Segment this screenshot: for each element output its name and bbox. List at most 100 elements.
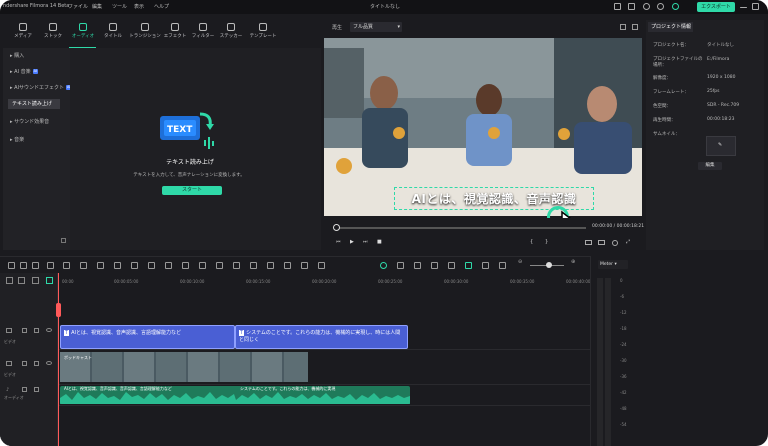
text-icon[interactable] xyxy=(131,262,138,269)
stop-icon[interactable]: ■ xyxy=(377,239,382,245)
layout-icon[interactable] xyxy=(628,3,635,10)
start-button[interactable]: スタート xyxy=(162,186,222,195)
snap-icon[interactable] xyxy=(465,262,472,269)
tab-effect[interactable]: エフェクト xyxy=(160,22,190,46)
menu-tools[interactable]: ツール xyxy=(112,3,127,10)
scrub-bar[interactable] xyxy=(336,227,586,229)
eye-icon[interactable] xyxy=(46,361,52,365)
info-icon[interactable] xyxy=(672,3,679,10)
color-icon[interactable] xyxy=(199,262,206,269)
link-icon[interactable] xyxy=(18,277,25,284)
audio-edit-icon[interactable] xyxy=(148,262,155,269)
display-icon[interactable] xyxy=(585,240,592,245)
export-button[interactable]: エクスポート xyxy=(697,2,735,12)
subtitle-clip[interactable]: T システムのことです。これらの能力は、機械的に実現し、時には人間と同じく xyxy=(235,325,408,349)
sidebar-item-ai-sfx[interactable]: ▸ AIサウンドエフェクト AI xyxy=(6,83,72,93)
undo-icon[interactable] xyxy=(47,262,54,269)
ai-tool-icon[interactable] xyxy=(284,262,291,269)
speaker-icon[interactable] xyxy=(34,387,39,392)
crop-icon[interactable] xyxy=(114,262,121,269)
zoom-out-icon[interactable]: ⊖ xyxy=(518,259,522,265)
magnet-icon[interactable] xyxy=(32,277,39,284)
quality-select[interactable]: フル品質 ▾ xyxy=(350,22,402,32)
cloud-icon[interactable] xyxy=(643,3,650,10)
snapshot-icon[interactable] xyxy=(620,24,626,30)
freeze-icon[interactable] xyxy=(250,262,257,269)
collapse-icon[interactable] xyxy=(61,238,66,243)
mixer-icon[interactable] xyxy=(448,262,455,269)
menu-file[interactable]: ファイル xyxy=(68,3,88,10)
split-icon[interactable] xyxy=(97,262,104,269)
zoom-fit-icon[interactable] xyxy=(182,262,189,269)
camera-icon[interactable] xyxy=(598,240,605,245)
add-track-icon[interactable] xyxy=(6,277,13,284)
menu-edit[interactable]: 編集 xyxy=(92,3,102,10)
select-icon[interactable] xyxy=(20,262,27,269)
tab-audio[interactable]: オーディオ xyxy=(68,22,98,46)
prop-value-resolution: 1920 x 1080 xyxy=(707,75,736,80)
speaker-icon[interactable] xyxy=(34,328,39,333)
edit-button[interactable]: 編集 xyxy=(698,162,722,170)
ripple-icon[interactable] xyxy=(32,262,39,269)
prev-frame-icon[interactable]: ⏮ xyxy=(336,239,341,245)
tab-title[interactable]: タイトル xyxy=(98,22,128,46)
eye-icon[interactable] xyxy=(46,328,52,332)
render-icon[interactable] xyxy=(380,262,387,269)
next-frame-icon[interactable]: ⏭ xyxy=(363,239,368,245)
export-frame-icon[interactable] xyxy=(267,262,274,269)
fullscreen-icon[interactable]: ⤢ xyxy=(626,239,630,245)
tab-sticker[interactable]: ステッカー xyxy=(216,22,246,46)
subtitle-clip[interactable]: T AIとは、視覚認識、音声認識、言語理解能力など xyxy=(60,325,235,349)
tab-media[interactable]: メディア xyxy=(8,22,38,46)
grid-icon[interactable] xyxy=(8,262,15,269)
thumbnail-preview[interactable]: ✎ xyxy=(706,136,736,156)
scrub-handle[interactable] xyxy=(333,224,340,231)
speed-icon[interactable] xyxy=(216,262,223,269)
zoom-slider-handle[interactable] xyxy=(546,262,552,268)
sidebar-item-music[interactable]: ▸ 音楽 xyxy=(6,135,68,145)
minimize-icon[interactable] xyxy=(740,7,747,8)
menu-help[interactable]: ヘルプ xyxy=(154,3,169,10)
playhead-handle[interactable] xyxy=(56,303,61,317)
sidebar-item-tts[interactable]: テキスト読み上げ xyxy=(8,99,60,109)
tab-transition[interactable]: トランジション xyxy=(128,22,162,46)
pip-icon[interactable] xyxy=(482,262,489,269)
snap-grid-icon[interactable] xyxy=(46,277,53,284)
sidebar-item-purchase[interactable]: ▸ 購入 xyxy=(6,51,68,61)
speaker-icon[interactable] xyxy=(34,361,39,366)
menu-view[interactable]: 表示 xyxy=(134,3,144,10)
timer-icon[interactable] xyxy=(233,262,240,269)
tab-stock[interactable]: ストック xyxy=(38,22,68,46)
zoom-plus-icon[interactable]: ⊕ xyxy=(571,259,575,265)
timeline-ruler[interactable]: 00:00 00:00:05:00 00:00:10:00 00:00:15:0… xyxy=(54,273,590,293)
mic-icon[interactable] xyxy=(431,262,438,269)
volume-icon[interactable] xyxy=(612,240,618,246)
meter-dropdown[interactable]: Meter ▾ xyxy=(598,260,628,269)
zoom-in-icon[interactable] xyxy=(165,262,172,269)
sidebar-item-sfx[interactable]: ▸ サウンド効果音 xyxy=(6,117,68,127)
more-icon[interactable] xyxy=(632,24,638,30)
tab-filter[interactable]: フィルター xyxy=(188,22,218,46)
scene-icon[interactable] xyxy=(499,262,506,269)
lock-icon[interactable] xyxy=(22,328,27,333)
mask-icon[interactable] xyxy=(301,262,308,269)
stabilize-icon[interactable] xyxy=(318,262,325,269)
redo-icon[interactable] xyxy=(63,262,70,269)
mark-in-icon[interactable]: { xyxy=(530,239,533,245)
play-icon[interactable]: ▶ xyxy=(350,239,354,245)
mark-out-icon[interactable]: } xyxy=(545,239,548,245)
sidebar-item-ai-music[interactable]: ▸ AI 音楽 AI xyxy=(6,67,68,77)
shield-icon[interactable] xyxy=(414,262,421,269)
delete-icon[interactable] xyxy=(80,262,87,269)
maximize-icon[interactable] xyxy=(752,3,759,10)
subtitle-overlay[interactable]: AIとは、視覚認識、音声認識 xyxy=(394,187,594,210)
marker-icon[interactable] xyxy=(397,262,404,269)
playhead[interactable] xyxy=(58,273,59,446)
tab-project-info[interactable]: プロジェクト情報 xyxy=(648,22,693,32)
save-icon[interactable] xyxy=(614,3,621,10)
video-clip[interactable] xyxy=(60,352,308,382)
tab-template[interactable]: テンプレート xyxy=(246,22,280,46)
user-icon[interactable] xyxy=(657,3,664,10)
lock-icon[interactable] xyxy=(22,361,27,366)
lock-icon[interactable] xyxy=(22,387,27,392)
